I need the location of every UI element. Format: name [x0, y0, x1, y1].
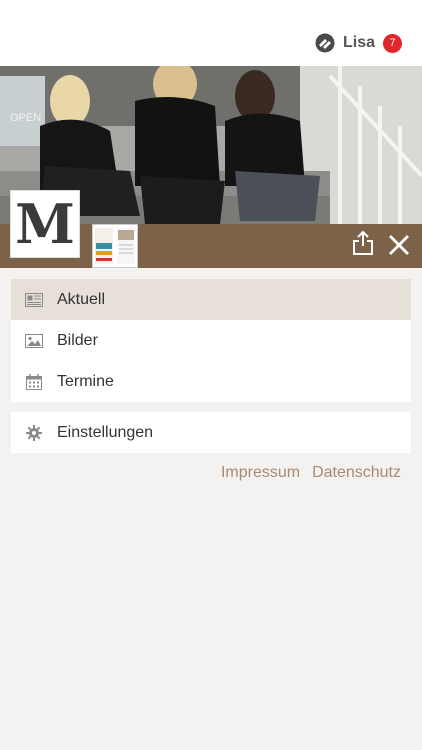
- username[interactable]: Lisa: [343, 34, 375, 52]
- brand-logo: M: [10, 190, 80, 258]
- image-icon: [25, 332, 43, 350]
- logo-letter: M: [15, 192, 75, 256]
- flyer-thumbnail[interactable]: [92, 224, 138, 268]
- app-logo-icon: [315, 33, 335, 53]
- close-icon[interactable]: [387, 233, 411, 257]
- newspaper-icon: [25, 291, 43, 309]
- gear-icon: [25, 424, 43, 442]
- menu-item-aktuell[interactable]: Aktuell: [11, 279, 411, 320]
- impressum-link[interactable]: Impressum: [221, 464, 300, 482]
- svg-text:OPEN: OPEN: [10, 112, 41, 124]
- main-menu: Aktuell Bilder Termine: [11, 279, 411, 402]
- menu-item-label: Aktuell: [57, 290, 106, 308]
- menu-item-termine[interactable]: Termine: [11, 361, 411, 402]
- notification-badge[interactable]: 7: [383, 33, 402, 53]
- calendar-icon: [25, 373, 43, 391]
- share-icon[interactable]: [351, 230, 375, 256]
- menu-item-einstellungen[interactable]: Einstellungen: [11, 412, 411, 453]
- menu-item-label: Termine: [57, 372, 114, 390]
- menu-item-bilder[interactable]: Bilder: [11, 320, 411, 361]
- top-bar: Lisa 7: [0, 0, 422, 66]
- menu-item-label: Bilder: [57, 331, 98, 349]
- settings-menu: Einstellungen: [11, 412, 411, 453]
- footer-links: Impressum Datenschutz: [221, 464, 401, 482]
- datenschutz-link[interactable]: Datenschutz: [312, 464, 401, 482]
- user-profile[interactable]: Lisa 7: [315, 33, 402, 53]
- menu-item-label: Einstellungen: [57, 423, 154, 441]
